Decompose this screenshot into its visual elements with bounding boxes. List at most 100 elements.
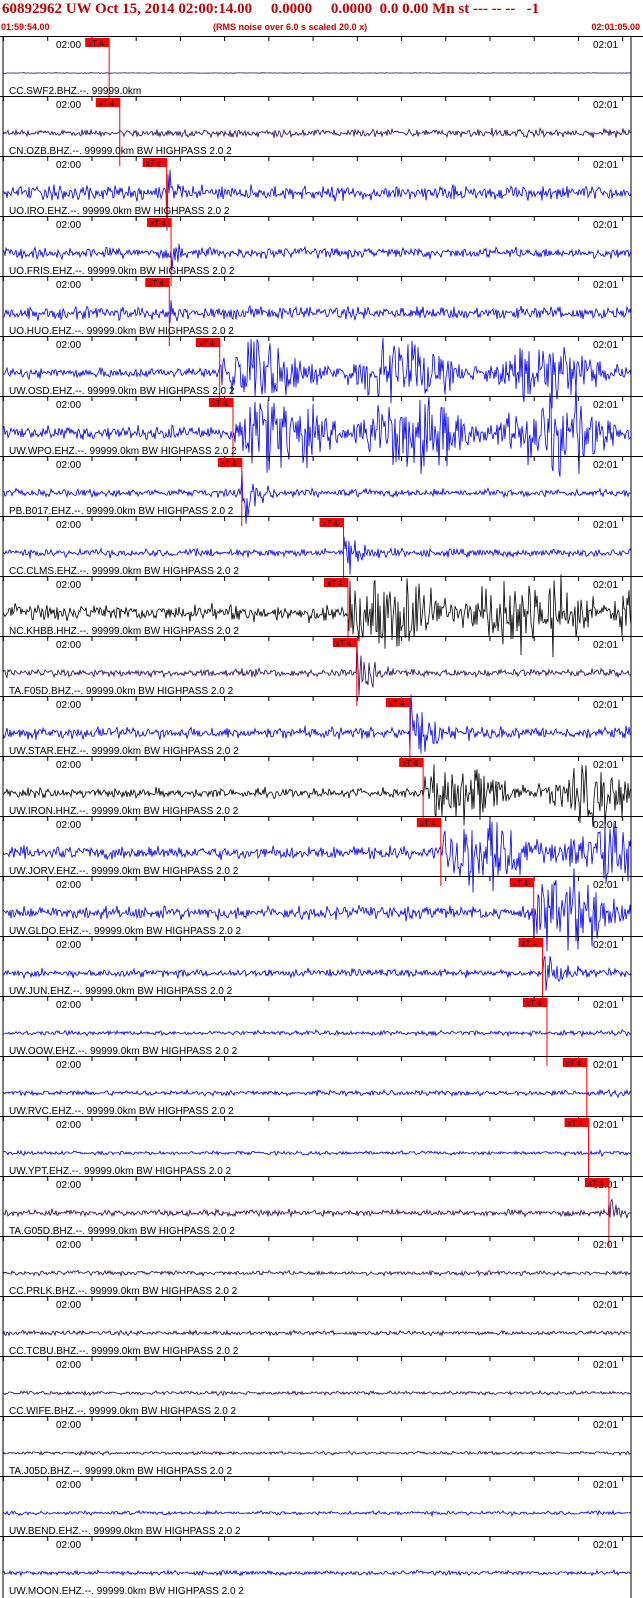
station-label: PB.B017.EHZ.--. 99999.0km BW HIGHPASS 2.… — [9, 506, 234, 517]
tick-label-0201: 02:01 — [593, 280, 618, 291]
tick-label-0201: 02:01 — [593, 400, 618, 411]
tick-label-0200: 02:00 — [56, 640, 81, 651]
waveform-trace — [2, 169, 632, 231]
station-label: UW.OSD.EHZ.--. 99999.0km BW HIGHPASS 2.0… — [9, 386, 235, 397]
station-label: UW.JUN.EHZ.--. 99999.0km BW HIGHPASS 2.0… — [9, 986, 233, 997]
tick-label-0200: 02:00 — [56, 1300, 81, 1311]
tick-label-0201: 02:01 — [593, 40, 618, 51]
start-time: 01:59:54.00 — [1, 22, 50, 32]
pick-label: xT 4 — [513, 879, 529, 888]
station-label: UW.WPO.EHZ.--. 99999.0km BW HIGHPASS 2.0… — [9, 446, 237, 457]
station-label: CC.TCBU.BHZ.--. 99999.0km BW HIGHPASS 2.… — [9, 1346, 239, 1357]
tick-label-0200: 02:00 — [56, 40, 81, 51]
waveform-trace — [2, 1029, 632, 1038]
waveform-trace — [2, 72, 632, 74]
event-title: 60892962 UW Oct 15, 2014 02:00:14.00 0.0… — [2, 1, 540, 17]
pick-label: xT 4 — [146, 159, 162, 168]
station-label: UW.RVC.EHZ.--. 99999.0km BW HIGHPASS 2.0… — [9, 1106, 234, 1117]
station-label: UW.YPT.EHZ.--. 99999.0km BW HIGHPASS 2.0… — [9, 1166, 232, 1177]
tick-label-0201: 02:01 — [593, 820, 618, 831]
pick-label: xT 4 — [88, 39, 104, 48]
pick-label: xT 4 — [212, 399, 228, 408]
waveform-trace — [2, 1449, 632, 1457]
tick-label-0200: 02:00 — [56, 1120, 81, 1131]
tick-label-0201: 02:01 — [593, 1540, 618, 1551]
tick-label-0200: 02:00 — [56, 820, 81, 831]
end-time: 02:01:05.00 — [591, 22, 640, 32]
tick-label-0201: 02:01 — [593, 1480, 618, 1491]
rms-note: (RMS noise over 6.0 s scaled 20.0 x) — [213, 22, 368, 32]
waveform-trace — [2, 1148, 632, 1158]
waveform-trace — [2, 337, 632, 409]
tick-label-0201: 02:01 — [593, 160, 618, 171]
pick-label: xT 4 — [336, 639, 352, 648]
waveform-trace — [3, 1389, 632, 1397]
tick-label-0200: 02:00 — [56, 160, 81, 171]
pick-label: xT 4 — [323, 519, 339, 528]
station-label: UO.HUO.EHZ.--. 99999.0km BW HIGHPASS 2.0… — [9, 326, 234, 337]
tick-label-0201: 02:01 — [593, 520, 618, 531]
pick-label: xT 4 — [402, 759, 418, 768]
station-label: CC.WIFE.BHZ.--. 99999.0km BW HIGHPASS 2.… — [9, 1406, 237, 1417]
tick-label-0200: 02:00 — [56, 880, 81, 891]
tick-label-0200: 02:00 — [56, 1420, 81, 1431]
tick-label-0200: 02:00 — [56, 760, 81, 771]
waveform-trace — [2, 127, 632, 139]
station-label: UW.JORV.EHZ.--. 99999.0km BW HIGHPASS 2.… — [9, 866, 239, 877]
station-label: CC.SWF2.BHZ.--. 99999.0km — [9, 86, 141, 97]
tick-label-0200: 02:00 — [56, 1060, 81, 1071]
tick-label-0201: 02:01 — [593, 880, 618, 891]
waveform-trace — [2, 1329, 631, 1338]
station-label: UW.OOW.EHZ.--. 99999.0km BW HIGHPASS 2.0… — [9, 1046, 238, 1057]
tick-label-0200: 02:00 — [56, 700, 81, 711]
tick-label-0201: 02:01 — [593, 1240, 618, 1251]
pick-label: xT 4 — [99, 99, 115, 108]
waveform-trace — [2, 818, 632, 893]
tick-label-0200: 02:00 — [56, 940, 81, 951]
tick-label-0201: 02:01 — [593, 640, 618, 651]
tick-label-0200: 02:00 — [56, 100, 81, 111]
station-label: UW.MOON.EHZ.--. 99999.0km BW HIGHPASS 2.… — [9, 1586, 244, 1597]
tick-label-0201: 02:01 — [593, 220, 618, 231]
station-label: CC.CLMS.EHZ.--. 99999.0km BW HIGHPASS 2.… — [9, 566, 239, 577]
tick-label-0201: 02:01 — [593, 1420, 618, 1431]
tick-label-0200: 02:00 — [56, 280, 81, 291]
tick-label-0201: 02:01 — [593, 940, 618, 951]
tick-label-0201: 02:01 — [593, 340, 618, 351]
station-label: UW.STAR.EHZ.--. 99999.0km BW HIGHPASS 2.… — [9, 746, 239, 757]
waveform-trace — [2, 1568, 632, 1578]
pick-label: xT 4 — [588, 1179, 604, 1188]
station-label: CC.PRLK.BHZ.--. 99999.0km BW HIGHPASS 2.… — [9, 1286, 238, 1297]
tick-label-0201: 02:01 — [593, 580, 618, 591]
tick-label-0200: 02:00 — [56, 1480, 81, 1491]
station-label: UW.GLDO.EHZ.--. 99999.0km BW HIGHPASS 2.… — [9, 926, 242, 937]
station-label: UW.BEND.EHZ.--. 99999.0km BW HIGHPASS 2.… — [9, 1526, 241, 1537]
station-label: CN.OZB.BHZ.--. 99999.0km BW HIGHPASS 2.0… — [9, 146, 232, 157]
tick-label-0200: 02:00 — [56, 1540, 81, 1551]
tick-label-0201: 02:01 — [593, 700, 618, 711]
pick-label: xT 4 — [420, 819, 436, 828]
tick-label-0200: 02:00 — [56, 580, 81, 591]
pick-label: xT 4 — [568, 1119, 584, 1128]
pick-label: xT 4 — [526, 999, 542, 1008]
waveform-trace — [2, 574, 632, 658]
tick-label-0200: 02:00 — [56, 1000, 81, 1011]
tick-label-0201: 02:01 — [593, 1360, 618, 1371]
waveform-trace — [2, 764, 632, 828]
tick-label-0201: 02:01 — [593, 1000, 618, 1011]
pick-label: xT 4 — [389, 699, 405, 708]
station-label: TA.J05D.BHZ.--. 99999.0km BW HIGHPASS 2.… — [9, 1466, 232, 1477]
station-label: NC.KHBB.HHZ.--. 99999.0km BW HIGHPASS 2.… — [9, 626, 239, 637]
pick-label: xT 4 — [566, 1059, 582, 1068]
pick-label: xT 4 — [199, 339, 215, 348]
tick-label-0201: 02:01 — [593, 760, 618, 771]
pick-label: xT 4 — [327, 579, 343, 588]
pick-label: xT 4 — [522, 939, 538, 948]
tick-label-0201: 02:01 — [593, 1120, 618, 1131]
seismogram-plot: 02:00 02:01 xT 4 CC.SWF2.BHZ.--. 99999.0km 0… — [0, 36, 643, 1598]
waveform-trace — [2, 1088, 632, 1099]
station-label: UO.FRIS.EHZ.--. 99999.0km BW HIGHPASS 2.… — [9, 266, 235, 277]
record-header: 60892962 UW Oct 15, 2014 02:00:14.00 0.0… — [0, 0, 643, 36]
tick-label-0200: 02:00 — [56, 1240, 81, 1251]
tick-label-0201: 02:01 — [593, 1060, 618, 1071]
